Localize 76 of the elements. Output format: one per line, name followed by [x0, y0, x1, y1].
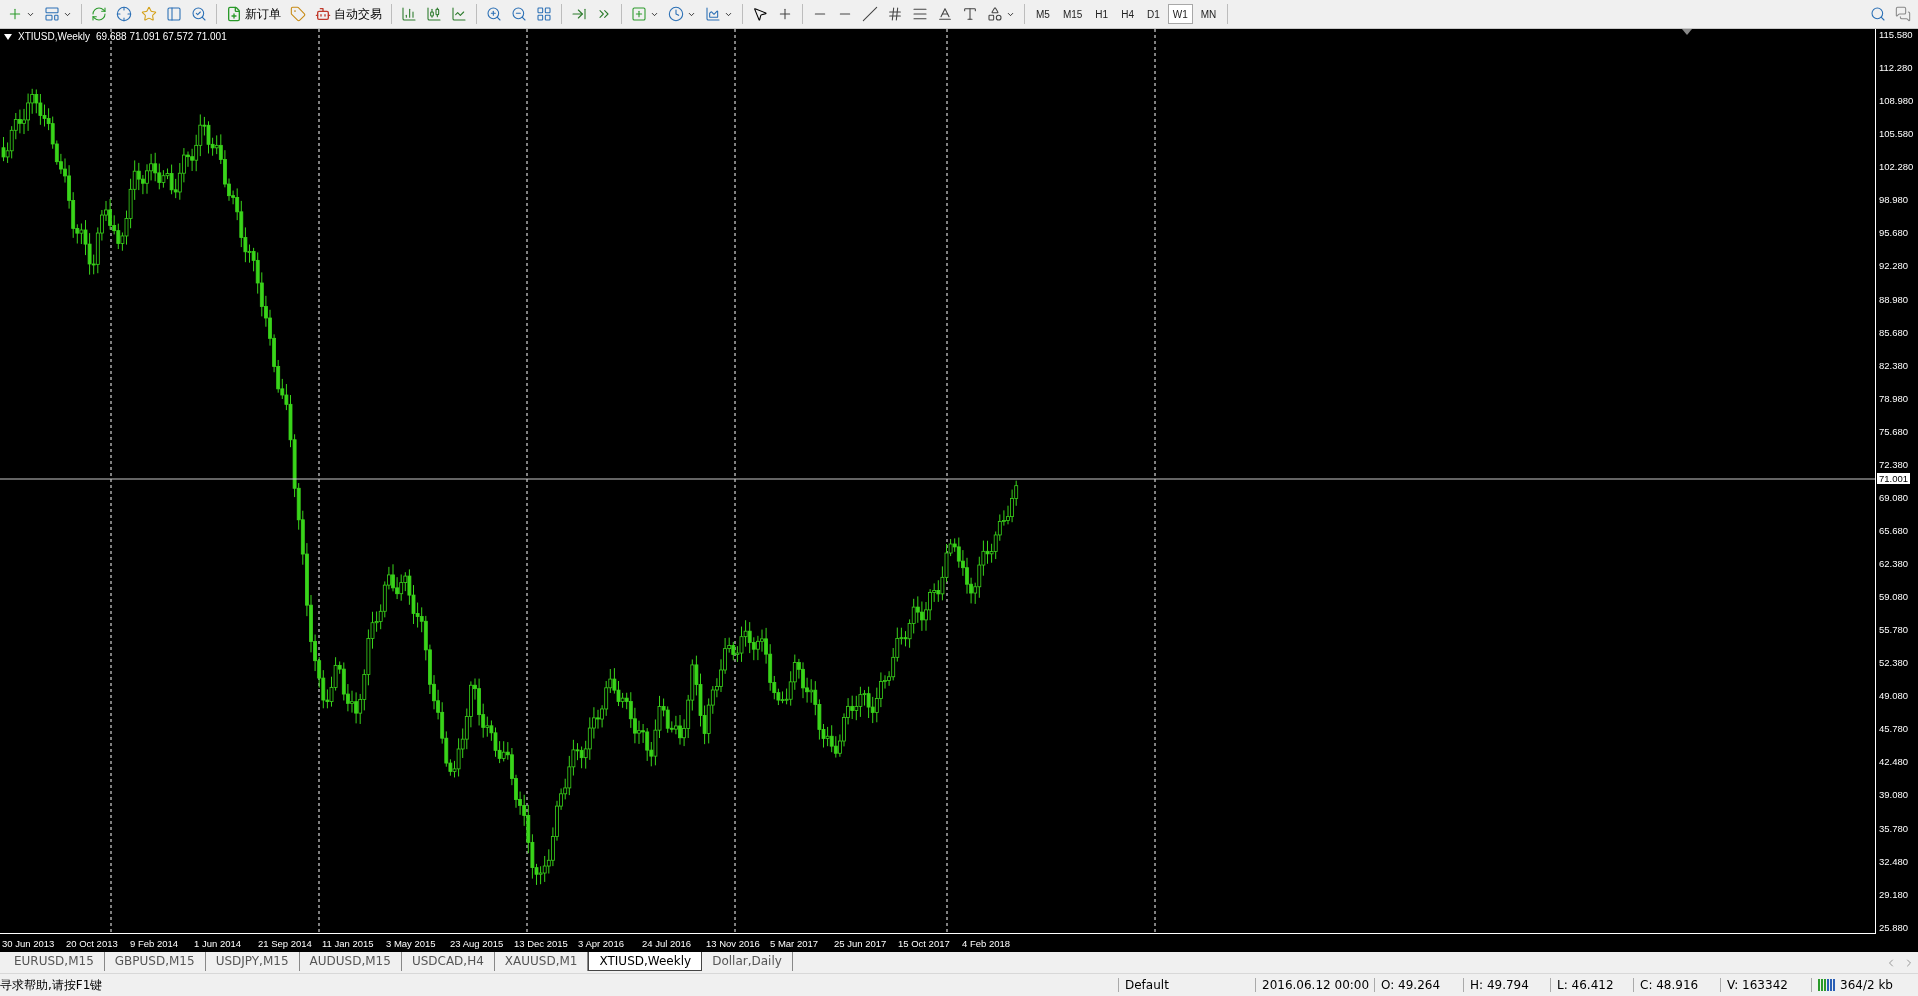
document-plus-icon	[226, 6, 242, 22]
price-label: 29.180	[1878, 888, 1910, 901]
price-label: 108.980	[1878, 95, 1915, 108]
chart-tab[interactable]: EURUSD,M15	[4, 952, 105, 971]
price-label: 78.980	[1878, 392, 1910, 405]
price-label: 62.380	[1878, 558, 1910, 570]
traffic-value: 364/2 kb	[1811, 978, 1918, 992]
price-label: 72.380	[1878, 458, 1910, 471]
chart-tab[interactable]: AUDUSD,M15	[299, 952, 402, 971]
bar-time: 2016.06.12 00:00	[1255, 978, 1374, 992]
date-label: 11 Jan 2015	[322, 937, 375, 949]
price-label: 75.680	[1878, 425, 1910, 438]
date-label: 4 Feb 2018	[962, 937, 1012, 949]
price-label: 35.780	[1878, 822, 1910, 835]
new-order-button[interactable]: 新订单	[223, 3, 284, 25]
date-label: 25 Jun 2017	[834, 937, 888, 949]
chart-tab[interactable]: USDJPY,M15	[205, 952, 300, 971]
close-price: C: 48.916	[1633, 978, 1720, 992]
price-label: 39.080	[1878, 789, 1910, 802]
robot-icon	[315, 6, 331, 22]
date-label: 24 Jul 2016	[642, 937, 693, 949]
date-label: 21 Sep 2014	[258, 937, 313, 949]
price-label: 45.780	[1878, 723, 1910, 736]
date-label: 13 Nov 2016	[706, 937, 761, 949]
chart-symbol: XTIUSD,Weekly	[18, 31, 91, 42]
date-label: 13 Dec 2015	[514, 937, 569, 949]
chart-tab[interactable]: GBPUSD,M15	[104, 952, 206, 971]
price-label: 85.680	[1878, 326, 1910, 339]
price-label: 55.780	[1878, 624, 1910, 637]
volume-value: V: 163342	[1720, 978, 1811, 992]
timeframe-button[interactable]: D1	[1141, 4, 1165, 24]
date-label: 3 Apr 2016	[578, 937, 625, 949]
auto-trading-button[interactable]: 自动交易	[312, 3, 385, 25]
price-label: 112.280	[1878, 62, 1914, 75]
price-label: 82.380	[1878, 359, 1910, 372]
price-label: 95.680	[1878, 227, 1910, 240]
price-label: 25.880	[1878, 921, 1910, 934]
collapse-icon[interactable]	[4, 33, 12, 40]
ohlc-values: 69.688 71.091 67.572 71.001	[96, 31, 227, 42]
date-label: 30 Jun 2013	[2, 937, 56, 949]
price-label: 59.080	[1878, 591, 1910, 604]
date-label: 23 Aug 2015	[450, 937, 505, 949]
price-label: 105.580	[1878, 128, 1915, 141]
timeframe-button[interactable]: H4	[1116, 4, 1139, 24]
price-label: 115.580	[1878, 29, 1914, 41]
help-text: 寻求帮助,请按F1键	[0, 976, 103, 994]
price-label: 92.280	[1878, 260, 1910, 273]
current-price-label: 71.001	[1877, 473, 1911, 484]
connection-bars-icon	[1818, 979, 1836, 991]
date-label: 1 Jun 2014	[194, 937, 242, 949]
profile-name: Default	[1118, 978, 1255, 992]
date-label: 15 Oct 2017	[898, 937, 951, 949]
price-label: 69.080	[1878, 491, 1910, 504]
high-price: H: 49.794	[1463, 978, 1550, 992]
date-label: 3 May 2015	[386, 937, 437, 949]
date-label: 5 Mar 2017	[770, 937, 820, 949]
chart-tab[interactable]: XTIUSD,Weekly	[588, 952, 703, 971]
date-label: 20 Oct 2013	[66, 937, 119, 949]
timeframe-button[interactable]: H1	[1090, 4, 1114, 24]
low-price: L: 46.412	[1550, 978, 1633, 992]
date-label: 9 Feb 2014	[130, 937, 180, 949]
price-label: 52.380	[1878, 657, 1910, 670]
timeframe-button[interactable]: MN	[1195, 4, 1222, 24]
price-label: 32.480	[1878, 855, 1910, 868]
open-price: O: 49.264	[1374, 978, 1463, 992]
chart-tab[interactable]: USDCAD,H4	[401, 952, 495, 971]
timeframe-button[interactable]: M15	[1057, 4, 1088, 24]
timeframe-button[interactable]: M5	[1031, 4, 1055, 24]
chart-tab[interactable]: Dollar,Daily	[702, 952, 793, 971]
price-label: 49.080	[1878, 690, 1910, 703]
price-label: 65.680	[1878, 524, 1910, 537]
price-label: 102.280	[1878, 161, 1915, 174]
price-label: 42.480	[1878, 756, 1910, 769]
timeframe-button[interactable]: W1	[1167, 4, 1193, 24]
price-label: 88.980	[1878, 293, 1910, 306]
price-label: 98.980	[1878, 194, 1910, 207]
